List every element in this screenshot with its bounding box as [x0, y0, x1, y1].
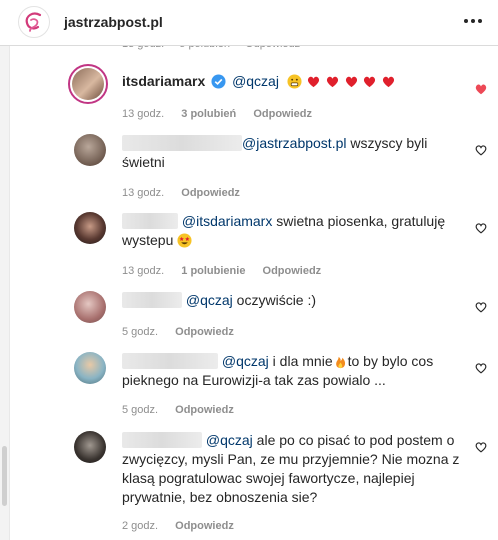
comment-mention[interactable]: @qczaj: [186, 292, 233, 308]
comment-time: 5 godz.: [122, 326, 159, 338]
reply-button[interactable]: Odpowiedz: [175, 520, 234, 532]
heart-outline-icon[interactable]: [474, 300, 488, 314]
liked-heart-icon[interactable]: [474, 82, 488, 96]
heart-outline-icon[interactable]: [474, 440, 488, 454]
red-heart-emoji-icon: [364, 76, 376, 88]
reply-button[interactable]: Odpowiedz: [175, 404, 234, 416]
heart-outline-icon[interactable]: [474, 361, 488, 375]
heart-outline-icon[interactable]: [474, 221, 488, 235]
redacted-username: [122, 353, 218, 369]
avatar[interactable]: [74, 134, 106, 166]
comment-body-line: pieknego na Eurowizji-a tak zas powialo …: [122, 372, 386, 388]
comment-meta: 13 godz. 1 polubienie Odpowiedz: [122, 265, 335, 277]
comment-body-line: zwycięzcy, mysli Pan, ze mu przyjemnie? …: [122, 451, 460, 467]
account-logo-avatar[interactable]: [18, 6, 50, 38]
avatar[interactable]: [74, 291, 106, 323]
comment-time: 2 godz.: [122, 520, 159, 532]
comment-mention[interactable]: @jastrzabpost.pl: [242, 135, 346, 151]
comment-text: @qczaj ale po co pisać to pod postem o z…: [122, 431, 459, 507]
comment-text: @qczaj i dla mnie to by bylo cos piekneg…: [122, 352, 433, 390]
comment-text: @jastrzabpost.pl wszyscy byli świetni: [122, 134, 427, 172]
comment-meta: 13 godz. Odpowiedz: [122, 187, 254, 199]
comment-body-line: oczywiście :): [232, 292, 317, 308]
reply-button[interactable]: Odpowiedz: [263, 265, 322, 277]
comment-mention[interactable]: @qczaj: [222, 353, 269, 369]
comment-body-line: prywatnie, bez obnoszenia sie?: [122, 489, 318, 505]
heart-outline-icon[interactable]: [474, 143, 488, 157]
star-struck-emoji-icon: [177, 233, 192, 248]
red-heart-emoji-icon: [326, 76, 338, 88]
comment-body-line: ale po co pisać to pod postem o: [252, 432, 455, 448]
redacted-username: [122, 135, 242, 151]
comment-meta: 5 godz. Odpowiedz: [122, 404, 248, 416]
comment-likes[interactable]: 1 polubienie: [181, 265, 245, 277]
comment-likes[interactable]: 3 polubień: [181, 108, 236, 120]
avatar[interactable]: [68, 64, 108, 104]
redacted-username: [122, 213, 178, 229]
account-name[interactable]: jastrzabpost.pl: [64, 14, 163, 30]
comment-meta: 13 godz. 3 polubień Odpowiedz: [122, 108, 326, 120]
comment-text: itsdariamarx @qczaj: [122, 72, 396, 91]
redacted-username: [122, 432, 202, 448]
comment-mention[interactable]: @itsdariamarx: [182, 213, 272, 229]
grimace-face-emoji-icon: [287, 74, 302, 89]
scrollbar-thumb[interactable]: [2, 446, 7, 506]
reply-button[interactable]: Odpowiedz: [175, 326, 234, 338]
comment-meta: 5 godz. Odpowiedz: [122, 326, 248, 338]
red-heart-emoji-icon: [307, 76, 319, 88]
avatar[interactable]: [74, 352, 106, 384]
comment-body-line: wszyscy byli: [346, 135, 428, 151]
red-heart-emoji-icon: [345, 76, 357, 88]
scrollbar[interactable]: [0, 46, 10, 540]
comment-mention[interactable]: @qczaj: [232, 73, 279, 89]
reply-button[interactable]: Odpowiedz: [253, 108, 312, 120]
avatar[interactable]: [74, 431, 106, 463]
comment-text: @itsdariamarx swietna piosenka, gratuluj…: [122, 212, 445, 250]
comment-time: 13 godz.: [122, 108, 165, 120]
avatar[interactable]: [74, 212, 106, 244]
comment-time: 5 godz.: [122, 404, 159, 416]
comment-body-line: to by bylo cos: [347, 353, 434, 369]
comment-time: 13 godz.: [122, 265, 165, 277]
comment-time: 13 godz.: [122, 187, 165, 199]
comment-mention[interactable]: @qczaj: [206, 432, 253, 448]
comment-body-line: świetni: [122, 154, 165, 170]
comment-body-line: klasą pogratulowac swojej fawortycze, na…: [122, 470, 415, 486]
comment-username[interactable]: itsdariamarx: [122, 73, 205, 89]
reply-button[interactable]: Odpowiedz: [181, 187, 240, 199]
jastrzab-logo-icon: [25, 12, 42, 32]
comment-body-line: wystepu: [122, 232, 178, 248]
more-horizontal-icon[interactable]: [462, 10, 484, 32]
comment-text: @qczaj oczywiście :): [122, 291, 316, 310]
comment-body-line: swietna piosenka, gratuluję: [272, 213, 446, 229]
fire-emoji-icon: [335, 356, 345, 369]
comment-body-line: i dla mnie: [268, 353, 333, 369]
red-heart-emoji-icon: [383, 76, 395, 88]
verified-badge-icon: [211, 74, 226, 89]
post-header: jastrzabpost.pl: [0, 0, 498, 46]
comment-meta: 2 godz. Odpowiedz: [122, 520, 248, 532]
redacted-username: [122, 292, 182, 308]
